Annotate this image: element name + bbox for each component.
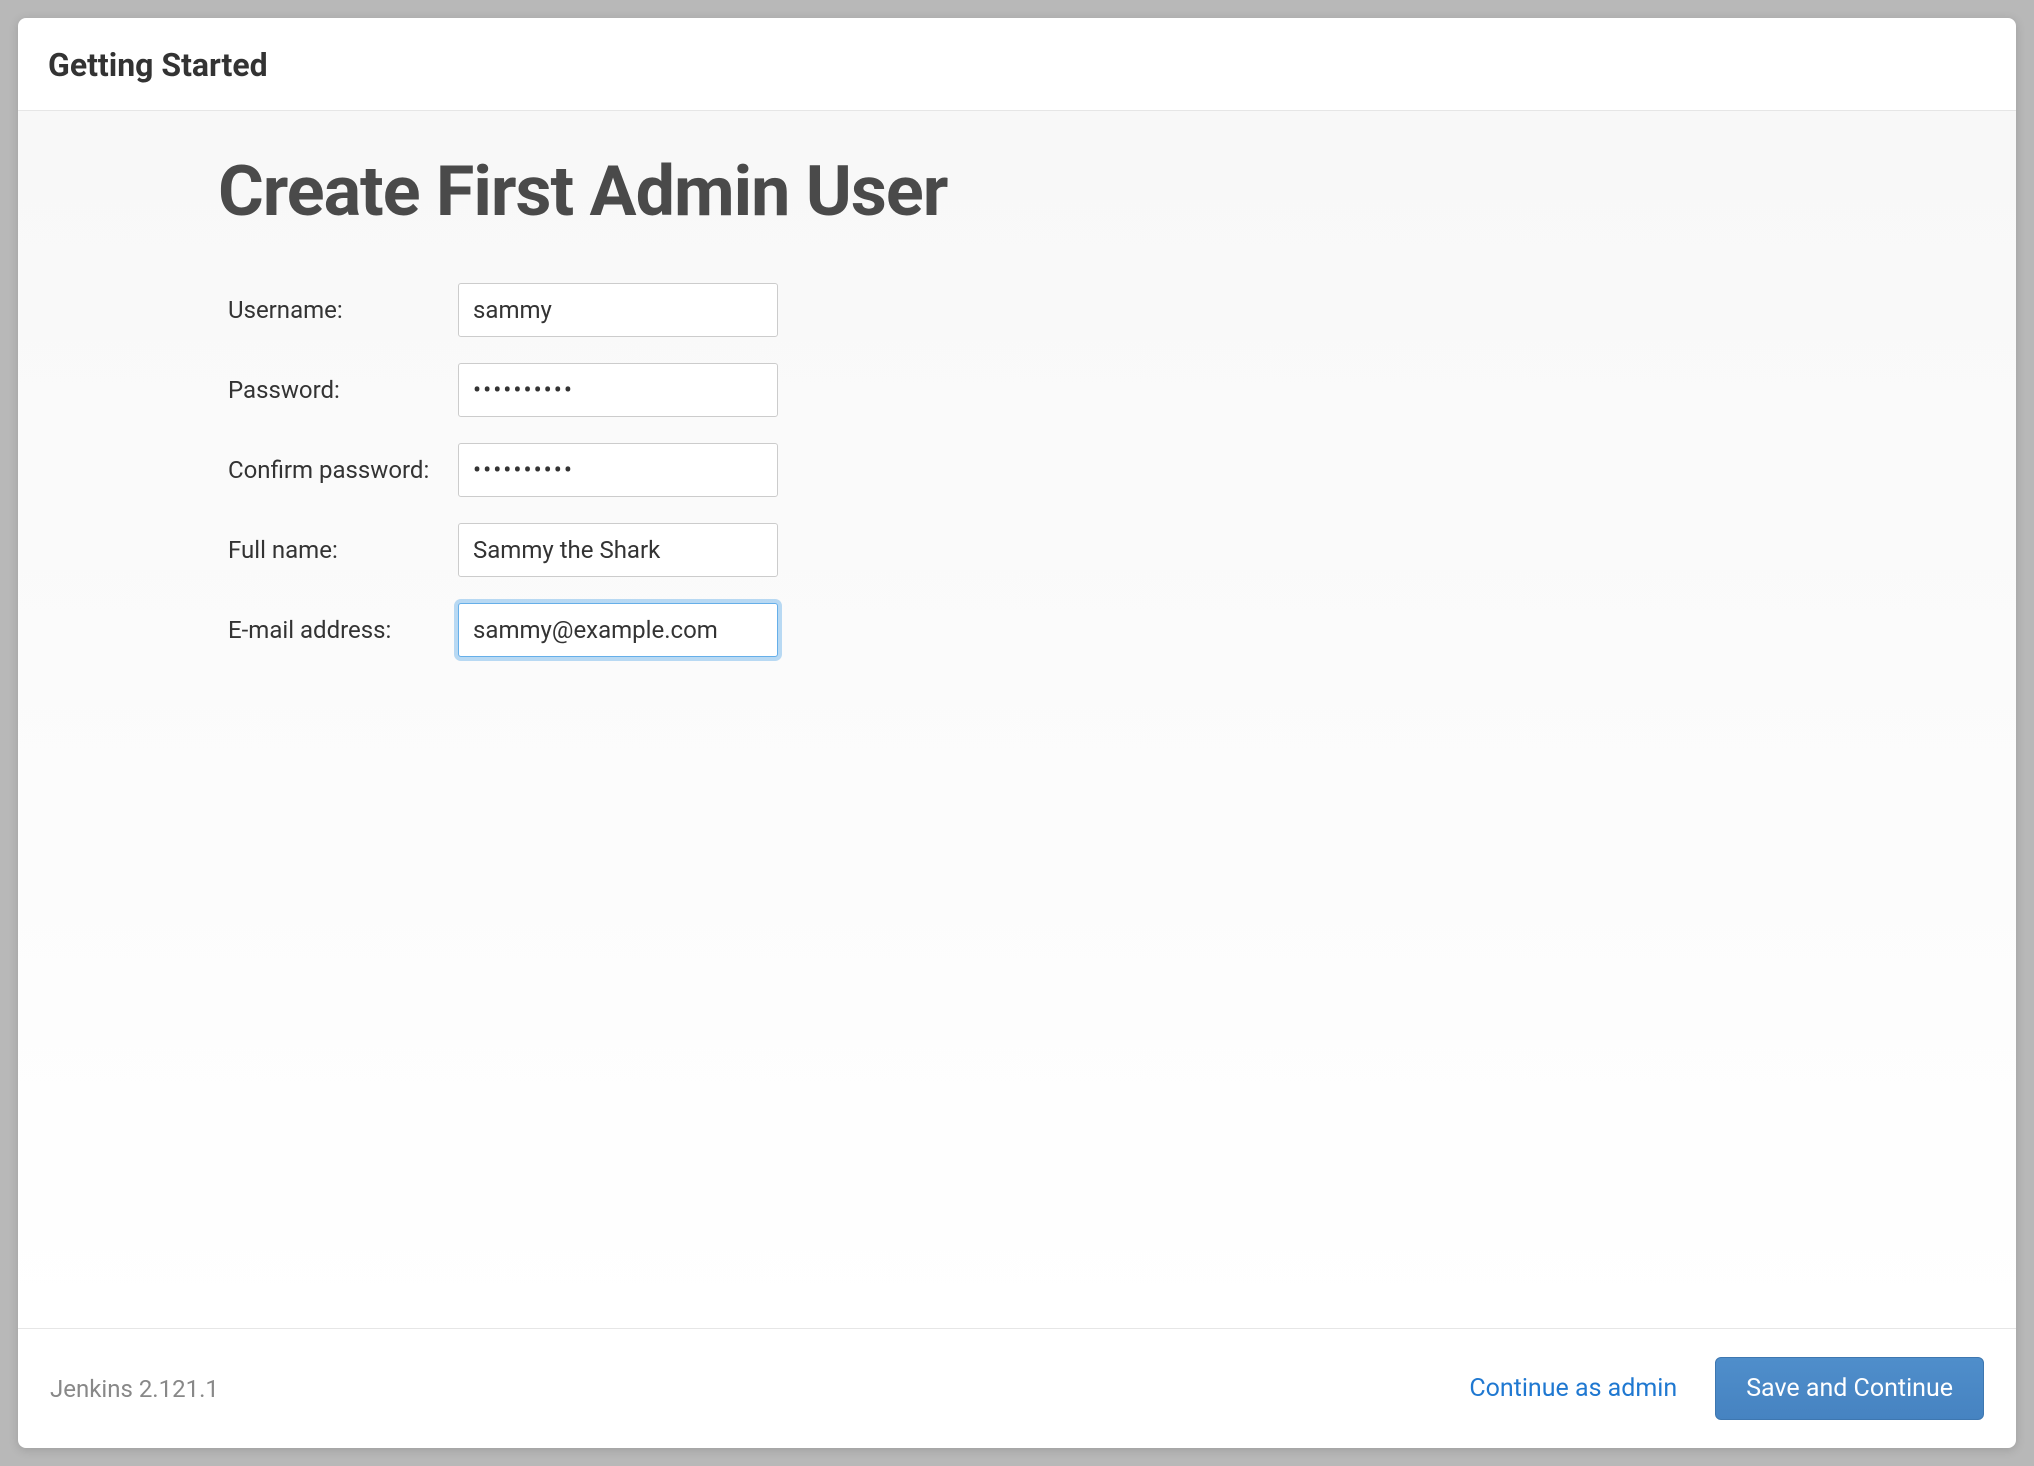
email-label: E-mail address: [228,616,458,644]
form-row-fullname: Full name: [228,523,1816,577]
continue-as-admin-button[interactable]: Continue as admin [1469,1374,1677,1403]
jenkins-version: Jenkins 2.121.1 [50,1375,219,1403]
username-label: Username: [228,296,458,324]
modal-header: Getting Started [18,18,2016,111]
confirm-password-label: Confirm password: [228,456,458,484]
form-row-email: E-mail address: [228,603,1816,657]
password-label: Password: [228,376,458,404]
fullname-input[interactable] [458,523,778,577]
page-title: Create First Admin User [218,151,1816,233]
username-input[interactable] [458,283,778,337]
form-row-confirm-password: Confirm password: [228,443,1816,497]
footer-buttons: Continue as admin Save and Continue [1469,1357,1984,1420]
modal-body: Create First Admin User Username: Passwo… [18,111,2016,1328]
save-and-continue-button[interactable]: Save and Continue [1715,1357,1984,1420]
setup-wizard-modal: Getting Started Create First Admin User … [18,18,2016,1448]
form-row-password: Password: [228,363,1816,417]
admin-user-form: Username: Password: Confirm password: Fu… [228,283,1816,657]
password-input[interactable] [458,363,778,417]
modal-footer: Jenkins 2.121.1 Continue as admin Save a… [18,1328,2016,1448]
header-title: Getting Started [48,46,1986,84]
confirm-password-input[interactable] [458,443,778,497]
fullname-label: Full name: [228,536,458,564]
email-input[interactable] [458,603,778,657]
form-row-username: Username: [228,283,1816,337]
